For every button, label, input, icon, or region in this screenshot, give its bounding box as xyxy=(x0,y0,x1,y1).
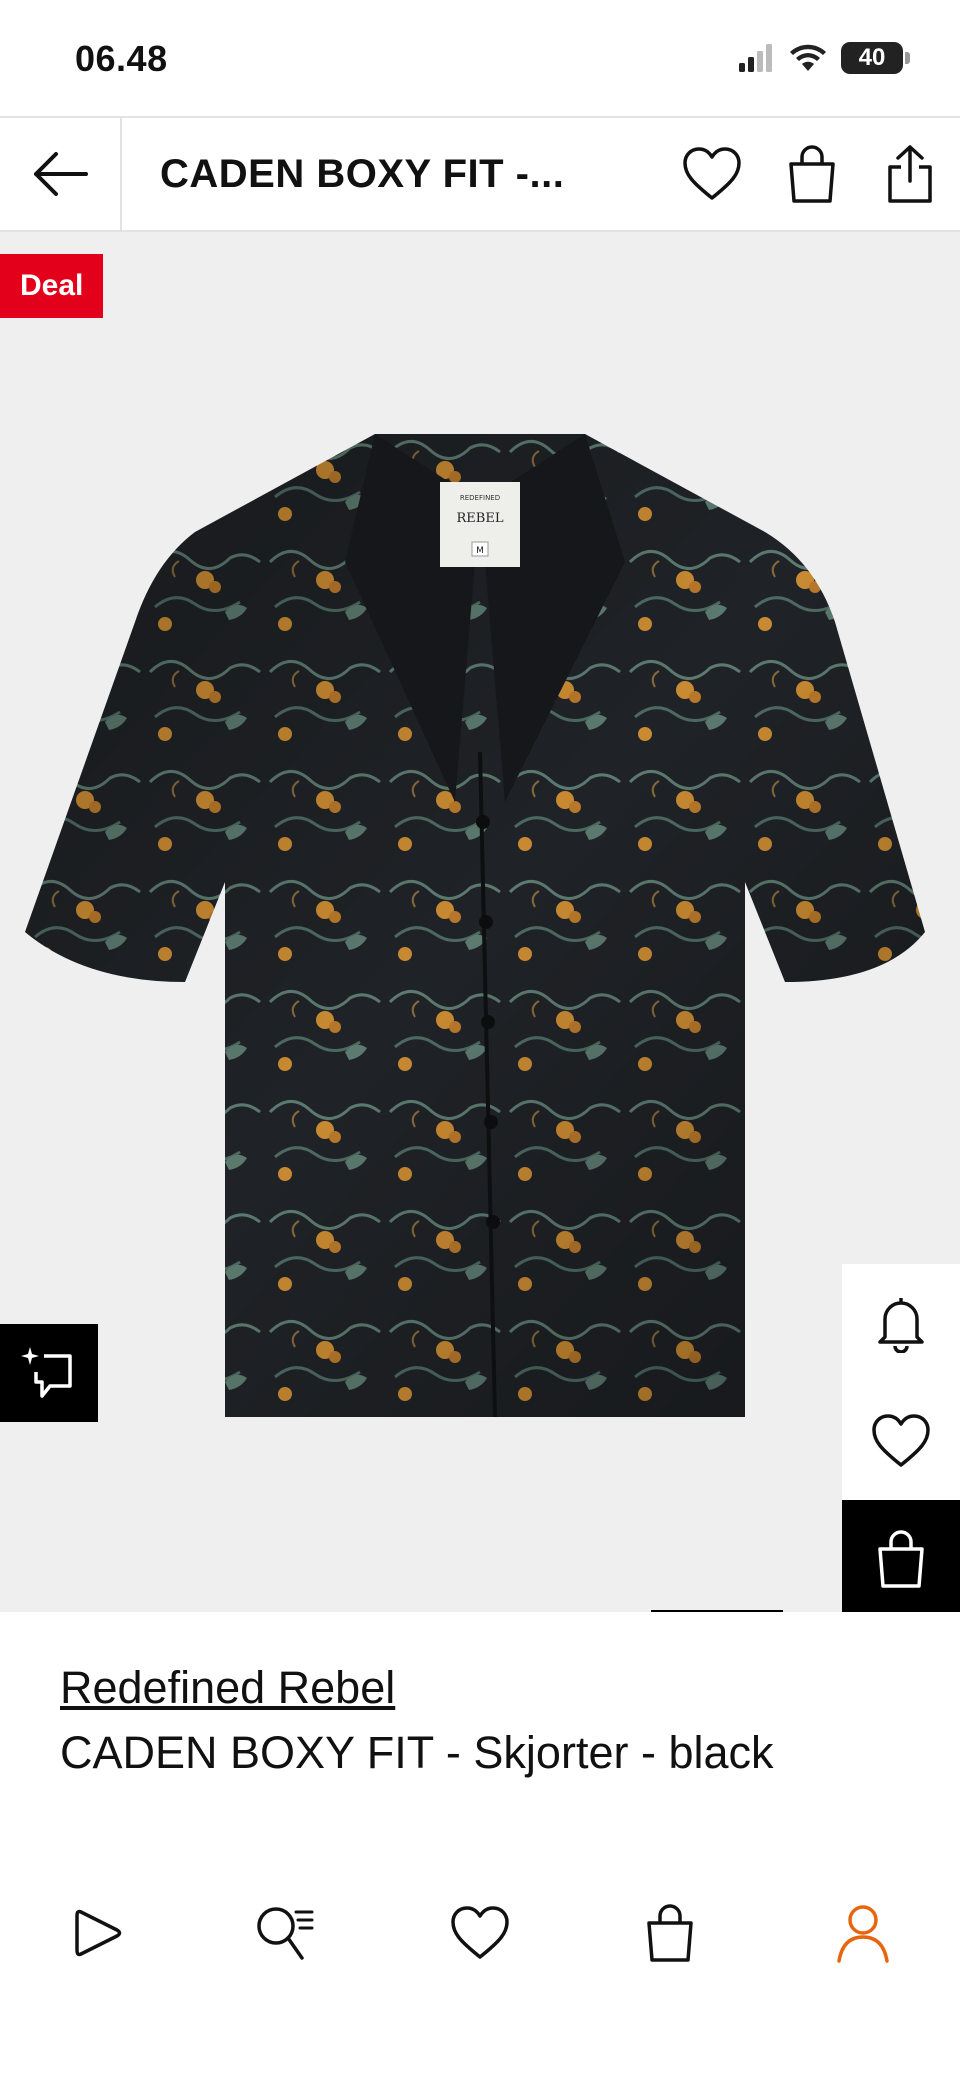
nav-home[interactable] xyxy=(52,1888,142,1978)
deal-badge: Deal xyxy=(0,254,104,318)
battery-level: 40 xyxy=(858,44,886,71)
share-button[interactable] xyxy=(878,142,942,206)
profile-icon xyxy=(837,1905,889,1963)
header-title: CADEN BOXY FIT -... xyxy=(160,152,565,196)
label-size: M xyxy=(476,546,484,556)
wifi-icon xyxy=(790,44,826,71)
label-top: REDEFINED xyxy=(460,494,500,502)
status-time: 06.48 xyxy=(75,38,168,79)
product-name: CADEN BOXY FIT - Skjorter - black xyxy=(60,1727,774,1778)
nav-bag[interactable] xyxy=(625,1888,715,1978)
edit-outfit-button[interactable] xyxy=(0,1324,98,1422)
back-arrow-icon xyxy=(34,152,88,196)
side-favorite-button[interactable] xyxy=(842,1382,960,1500)
favorite-button[interactable] xyxy=(680,142,744,206)
bag-icon xyxy=(647,1904,693,1962)
status-bar: 06.48 40 xyxy=(0,0,960,116)
sparkle-frame-icon xyxy=(21,1347,72,1398)
heart-icon xyxy=(451,1906,509,1959)
product-info: Redefined Rebel CADEN BOXY FIT - Skjorte… xyxy=(0,1612,960,1902)
side-action-panel xyxy=(842,1264,960,1612)
label-brand: REBEL xyxy=(457,511,504,526)
back-button[interactable] xyxy=(0,118,122,230)
bag-icon xyxy=(878,1530,924,1588)
search-list-icon xyxy=(257,1907,314,1960)
heart-icon xyxy=(683,147,741,200)
battery-indicator: 40 xyxy=(841,42,903,74)
bag-icon xyxy=(789,145,835,203)
product-image[interactable]: REDEFINED REBEL M xyxy=(25,422,935,1422)
nav-favorites[interactable] xyxy=(435,1888,525,1978)
cart-button[interactable] xyxy=(780,142,844,206)
product-header: CADEN BOXY FIT -... xyxy=(0,116,960,232)
nav-search[interactable] xyxy=(240,1888,330,1978)
battery-cap xyxy=(905,52,910,64)
product-gallery[interactable]: Deal REDEFINED REBEL M xyxy=(0,232,960,1612)
brand-link[interactable]: Redefined Rebel xyxy=(60,1662,395,1714)
bottom-navigation xyxy=(0,1880,960,1990)
play-icon xyxy=(75,1909,122,1957)
bell-icon xyxy=(878,1298,924,1353)
notify-button[interactable] xyxy=(842,1264,960,1382)
nav-profile[interactable] xyxy=(818,1888,908,1978)
status-icons: 40 xyxy=(739,42,910,74)
add-to-bag-button[interactable] xyxy=(842,1500,960,1612)
signal-icon xyxy=(739,44,772,72)
share-icon xyxy=(888,145,932,203)
heart-icon xyxy=(872,1414,930,1467)
